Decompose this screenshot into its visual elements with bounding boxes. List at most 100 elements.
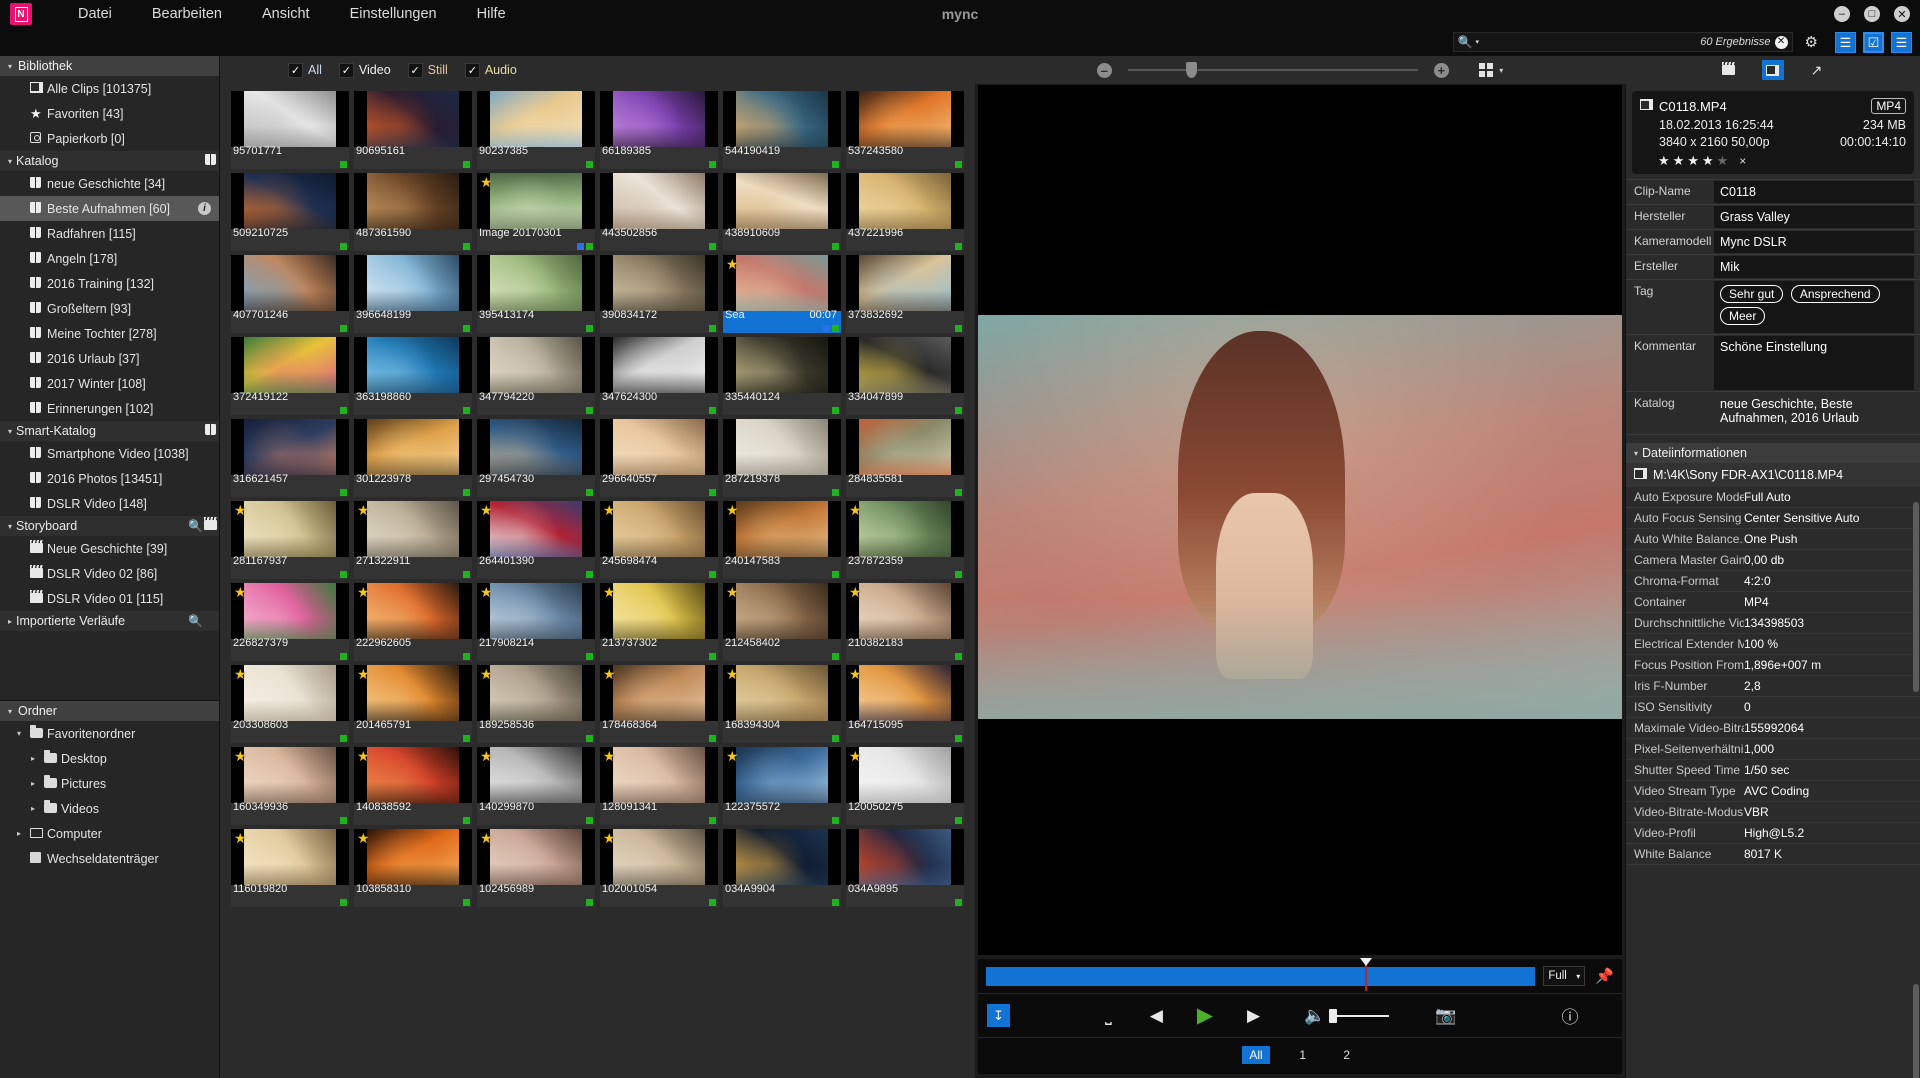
thumbnail-cell[interactable]: 509210725 [231,173,349,251]
favorite-star-icon[interactable]: ★ [726,749,739,763]
chevron-down-icon[interactable]: ▾ [4,62,16,71]
thumbnail-cell[interactable]: ★ 210382183 [846,583,964,661]
sidebar-item-2016-urlaub[interactable]: 2016 Urlaub [37] [0,346,219,371]
thumbnail-frame[interactable] [846,255,964,311]
thumbnail-frame[interactable] [600,419,718,475]
favorite-star-icon[interactable]: ★ [603,585,616,599]
thumbnail-frame[interactable] [477,255,595,311]
thumbnail-cell[interactable]: 334047899 [846,337,964,415]
search-box[interactable]: 🔍 ▾ 60 Ergebnisse ✕ [1452,32,1793,52]
next-frame-icon[interactable]: ▶ [1247,1006,1260,1026]
thumbnail-cell[interactable]: 390834172 [600,255,718,333]
book-add-icon[interactable] [205,154,217,168]
favorite-star-icon[interactable]: ★ [480,831,493,845]
thumbnail-frame[interactable] [723,173,841,229]
thumbnail-cell[interactable]: ★ 140838592 [354,747,472,825]
detail-view-icon[interactable]: ☑ [1863,31,1884,53]
search-icon[interactable]: 🔍 [188,519,203,533]
thumbnail-frame[interactable]: ★ [846,583,964,639]
thumbnail-frame[interactable]: ★ [231,665,349,721]
favorite-star-icon[interactable]: ★ [234,749,247,763]
thumbnail-frame[interactable]: ★ [723,747,841,803]
sidebar-item-smartphone-video[interactable]: Smartphone Video [1038] [0,441,219,466]
thumbnail-frame[interactable] [477,419,595,475]
thumbnail-frame[interactable]: ★ [723,665,841,721]
quality-dropdown[interactable]: Full ▾ [1543,966,1586,986]
sidebar-item-alle-clips[interactable]: Alle Clips [101375] [0,76,219,101]
metadata-value-hersteller[interactable]: Grass Valley [1714,206,1914,228]
thumbnail-frame[interactable] [723,91,841,147]
favorite-star-icon[interactable]: ★ [726,585,739,599]
thumbnail-cell[interactable]: ★ 160349936 [231,747,349,825]
thumbnail-cell[interactable]: ★ 178468364 [600,665,718,743]
thumbnail-cell[interactable]: 90695161 [354,91,472,169]
zoom-slider-handle[interactable] [1185,62,1197,78]
thumbnail-cell[interactable]: ★ 128091341 [600,747,718,825]
menu-item-hilfe[interactable]: Hilfe [457,2,526,26]
favorite-star-icon[interactable]: ★ [849,585,862,599]
search-input[interactable] [1479,36,1701,48]
tag-pill[interactable]: Ansprechend [1790,285,1880,303]
thumbnail-frame[interactable] [600,337,718,393]
pin-icon[interactable]: 📌 [1595,967,1614,985]
list-view-icon[interactable]: ☰ [1835,31,1856,53]
thumbnail-cell[interactable]: 95701771 [231,91,349,169]
thumbnail-cell[interactable]: 034A9904 [723,829,841,907]
favorite-star-icon[interactable]: ★ [603,667,616,681]
favorite-star-icon[interactable]: ★ [726,667,739,681]
minimize-button[interactable]: – [1834,6,1850,22]
sidebar-item-2017-winter[interactable]: 2017 Winter [108] [0,371,219,396]
chevron-down-icon[interactable]: ▾ [4,157,16,166]
favorite-star-icon[interactable]: ★ [603,749,616,763]
thumbnail-cell[interactable]: ★ 217908214 [477,583,595,661]
thumbnail-cell[interactable]: 372419122 [231,337,349,415]
thumbnail-cell[interactable]: ★ 140299870 [477,747,595,825]
favorite-star-icon[interactable]: ★ [357,503,370,517]
grid-mode-selector[interactable]: ▾ [1478,62,1503,78]
volume-icon[interactable]: 🔈 [1304,1006,1325,1026]
thumbnail-frame[interactable]: ★ [231,501,349,557]
favorite-star-icon[interactable]: ★ [234,503,247,517]
thumbnail-cell[interactable]: ★ 281167937 [231,501,349,579]
thumbnail-cell[interactable]: 544190419 [723,91,841,169]
thumbnail-cell[interactable]: ★ 226827379 [231,583,349,661]
thumbnail-cell[interactable]: 297454730 [477,419,595,497]
thumbnail-cell[interactable]: ★ 120050275 [846,747,964,825]
thumbnail-cell[interactable]: ★ 168394304 [723,665,841,743]
thumbnail-cell[interactable]: 438910609 [723,173,841,251]
sidebar-item-beste-aufnahmen[interactable]: Beste Aufnahmen [60] i [0,196,219,221]
chevron-down-icon[interactable]: ▾ [14,729,24,738]
thumbnail-cell[interactable]: ★ 189258536 [477,665,595,743]
thumbnail-frame[interactable]: ★ [477,501,595,557]
thumbnail-cell[interactable]: 287219378 [723,419,841,497]
thumbnail-cell[interactable]: 395413174 [477,255,595,333]
metadata-value-clip-name[interactable]: C0118 [1714,181,1914,203]
metadata-value-kommentar[interactable]: Schöne Einstellung [1714,336,1914,390]
thumbnail-frame[interactable]: ★ [723,583,841,639]
tab-clip-info-icon[interactable] [1761,60,1784,80]
filter-all[interactable]: ✓ All [288,62,322,78]
thumbnail-frame[interactable]: ★ [477,665,595,721]
favorite-star-icon[interactable]: ★ [726,257,739,271]
thumbnail-cell[interactable]: 347794220 [477,337,595,415]
camera-snapshot-icon[interactable]: 📷 [1435,1006,1456,1026]
metadata-value-kameramodell[interactable]: Mync DSLR [1714,231,1914,253]
set-in-point-icon[interactable]: ↧ [987,1004,1010,1027]
sidebar-item-angeln[interactable]: Angeln [178] [0,246,219,271]
thumbnail-cell[interactable]: ★ 201465791 [354,665,472,743]
thumbnail-grid-panel[interactable]: 95701771 90695161 90237385 66189385 54419041… [220,84,975,1078]
playhead[interactable] [1360,957,1373,991]
sidebar-group-bibliothek[interactable]: ▾ Bibliothek [0,56,219,76]
thumbnail-cell[interactable]: ★ 102001054 [600,829,718,907]
grid-list-view-icon[interactable]: ☰ [1891,31,1912,53]
star-4-icon[interactable]: ★ [1702,153,1714,169]
thumbnail-cell[interactable]: 335440124 [723,337,841,415]
thumbnail-cell[interactable]: 034A9895 [846,829,964,907]
thumbnail-cell[interactable]: 347624300 [600,337,718,415]
thumbnail-frame[interactable]: ★ [354,501,472,557]
thumbnail-cell[interactable]: ★ 102456989 [477,829,595,907]
favorite-star-icon[interactable]: ★ [480,667,493,681]
sidebar-item-dslr-video-01[interactable]: DSLR Video 01 [115] [0,586,219,611]
thumbnail-frame[interactable] [846,829,964,885]
thumbnail-frame[interactable]: ★ [600,583,718,639]
